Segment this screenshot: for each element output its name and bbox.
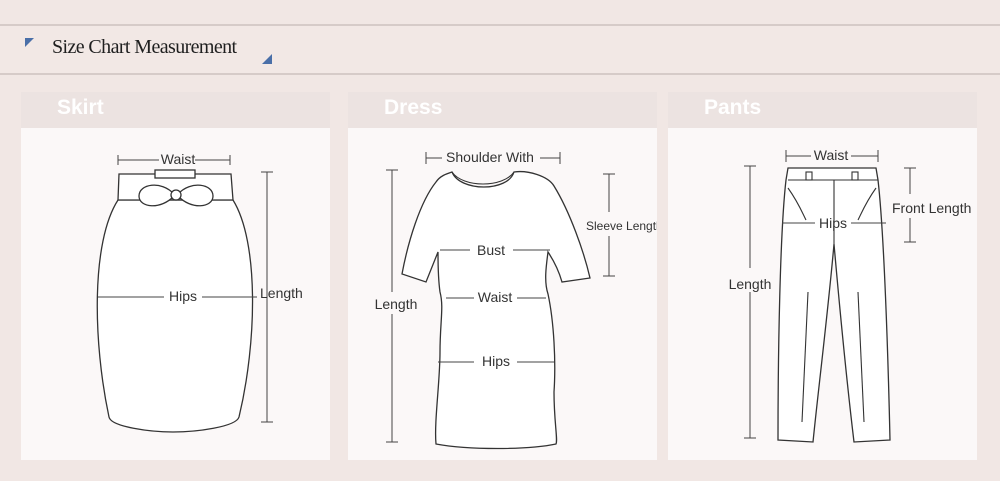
dress-waist-label: Waist [478,289,513,305]
skirt-diagram: Waist Hips Length [96,151,303,433]
dress-panel: Dress Shoulder With Sleeve Length Bust W… [348,92,657,460]
skirt-panel: Skirt Waist Hips Length [21,92,330,460]
skirt-outline [96,199,254,433]
dress-diagram: Shoulder With Sleeve Length Bust Waist H… [375,149,657,450]
pants-diagram: Waist Front Length Hips Length [729,147,971,443]
dress-hips-label: Hips [482,353,510,369]
skirt-hips-label: Hips [169,288,197,304]
pants-front-length-label: Front Length [892,200,971,216]
skirt-buckle [154,169,196,179]
dress-bust-label: Bust [477,242,505,258]
header-bottom-rule [0,73,1000,75]
page-title: Size Chart Measurement [52,36,237,58]
corner-triangle-icon [262,54,272,64]
dress-sleeve-label: Sleeve Length [586,219,657,233]
dress-outline [401,170,591,450]
pants-hips-label: Hips [819,215,847,231]
pants-length-measure [744,165,756,439]
dress-length-label: Length [375,296,418,312]
skirt-length-label: Length [260,285,303,301]
dress-shoulder-label: Shoulder With [446,149,534,165]
pants-panel: Pants Waist Front Length Hips Length [668,92,977,460]
skirt-waist-label: Waist [161,151,196,167]
pants-length-label: Length [729,276,772,292]
pants-waist-label: Waist [814,147,849,163]
corner-triangle-icon [25,38,34,47]
